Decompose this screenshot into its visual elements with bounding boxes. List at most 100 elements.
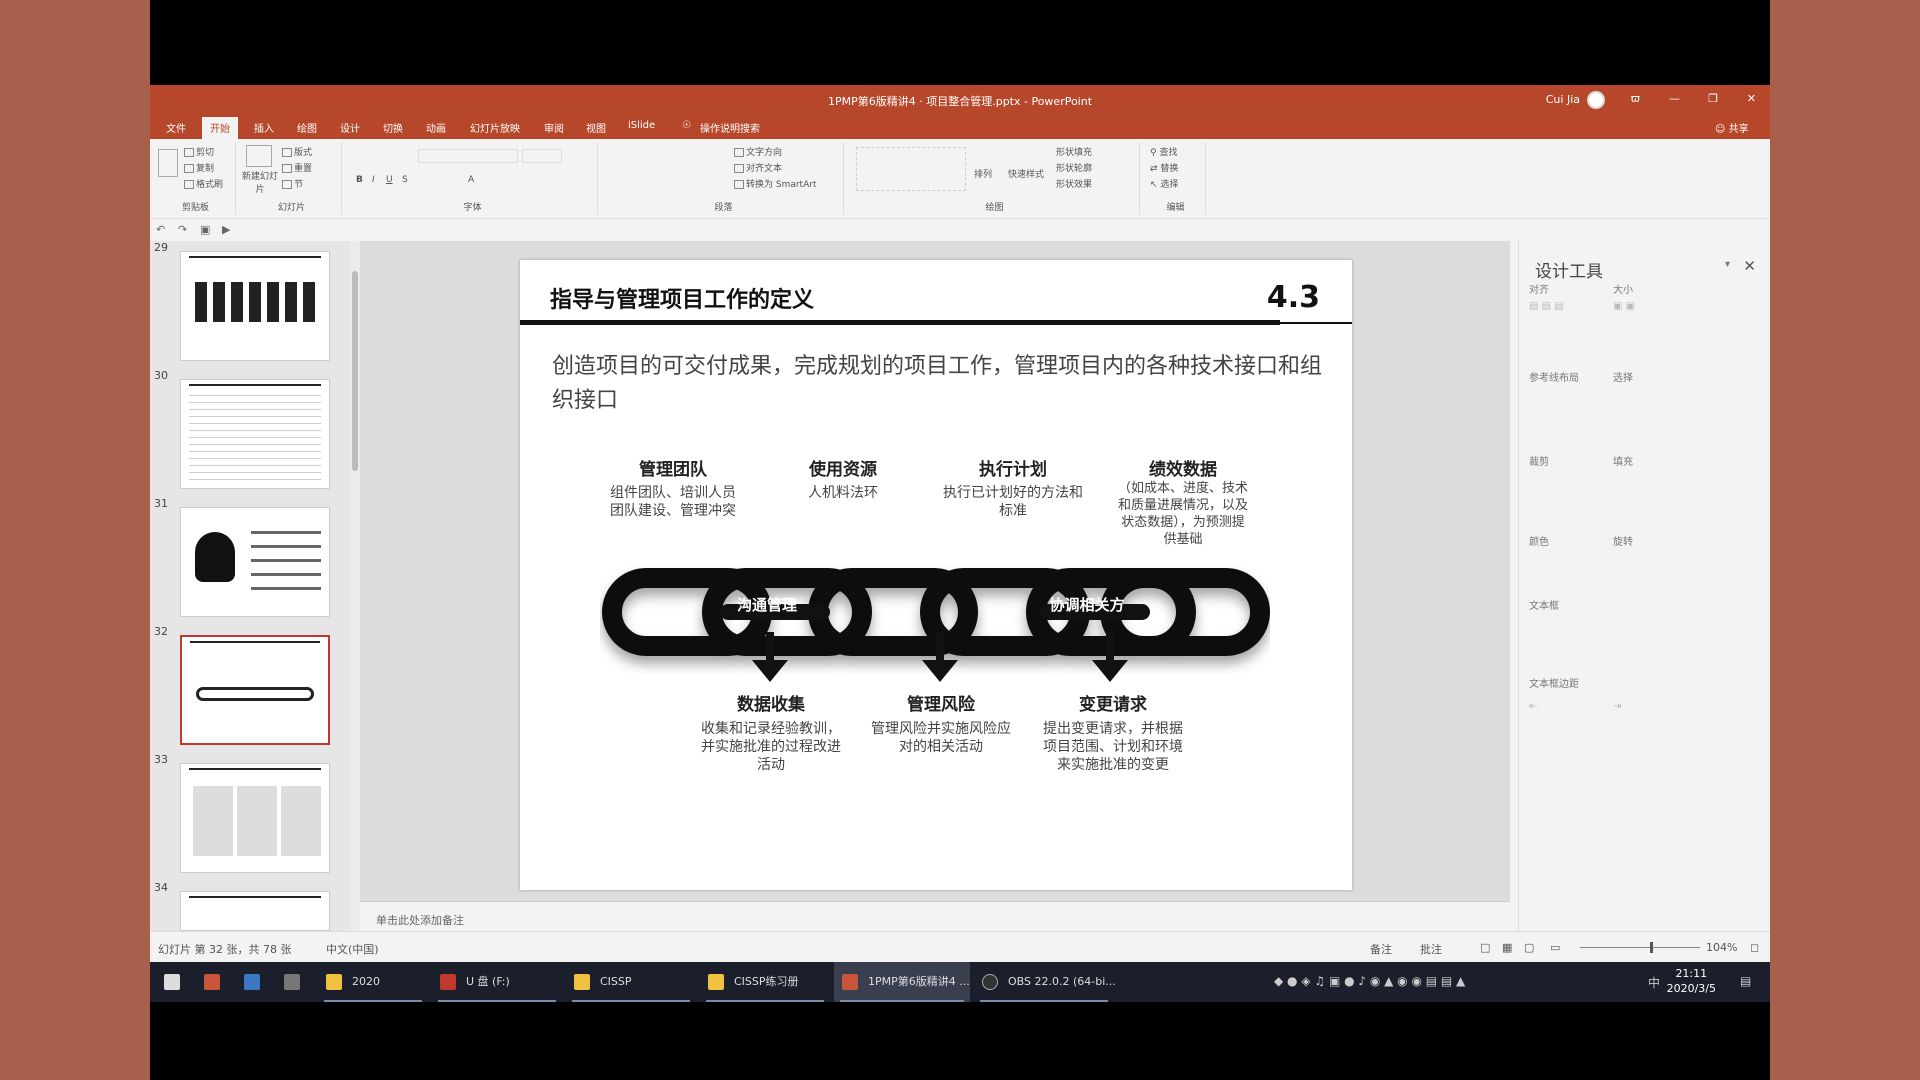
close-icon[interactable]: ✕ [1747,92,1756,105]
taskbar-item-cissp[interactable]: CISSP [566,962,696,1002]
size-icons[interactable]: ▣ ▣ [1613,301,1635,312]
tell-me-search[interactable]: 操作说明搜索 [700,120,760,135]
heading-change-request[interactable]: 变更请求 [1038,690,1188,715]
slide-thumbnail-29[interactable] [180,251,330,361]
slide-thumbnail-32[interactable] [180,635,330,745]
bold-icon[interactable]: B [356,175,363,185]
quick-styles-button[interactable]: 快速样式 [1008,167,1044,180]
slideshow-view-icon[interactable]: ▭ [1550,941,1560,954]
input-language[interactable]: 中 [1648,974,1660,991]
user-name[interactable]: Cui Jia [1546,93,1580,106]
slide-thumbnail-31[interactable] [180,507,330,617]
heading-use-resources[interactable]: 使用资源 [768,455,918,480]
scrollbar-thumb[interactable] [352,271,358,471]
slide-32[interactable]: 指导与管理项目工作的定义 4.3 创造项目的可交付成果，完成规划的项目工作，管理… [520,260,1352,890]
reading-view-icon[interactable]: ▢ [1524,941,1534,954]
taskbar-item-usb[interactable]: U 盘 (F:) [432,962,562,1002]
text-manage-risk[interactable]: 管理风险并实施风险应对的相关活动 [871,720,1011,756]
undo-icon[interactable]: ↶ [156,223,165,236]
new-slide-icon[interactable] [246,145,272,167]
chain-label-communication[interactable]: 沟通管理 [712,594,822,615]
tray-icons[interactable]: ◆ ● ◈ ♫ ▣ ● ♪ ◉ ▲ ◉ ◉ ▤ ▤ ▲ [1274,974,1465,988]
heading-execute-plan[interactable]: 执行计划 [938,455,1088,480]
slide-thumbnail-34[interactable] [180,891,330,931]
cut-button[interactable]: 剪切 [184,145,214,158]
reset-button[interactable]: 重置 [282,161,312,174]
tab-review[interactable]: 审阅 [544,120,564,135]
text-change-request[interactable]: 提出变更请求，并根据项目范围、计划和环境来实施批准的变更 [1043,720,1183,774]
taskbar-item-powerpoint[interactable]: 1PMP第6版精讲4 ... [834,962,970,1002]
arrow-left-icon[interactable]: ⇤ [1529,701,1537,712]
strikethrough-icon[interactable]: S [402,175,408,185]
section-button[interactable]: 节 [282,177,303,190]
sorter-view-icon[interactable]: ▦ [1502,941,1512,954]
layout-button[interactable]: 版式 [282,145,312,158]
tab-view[interactable]: 视图 [586,120,606,135]
text-data-collection[interactable]: 收集和记录经验教训，并实施批准的过程改进活动 [701,720,841,774]
taskbar-item-2020[interactable]: 2020 [318,962,428,1002]
format-painter-button[interactable]: 格式刷 [184,177,223,190]
slide-thumbnail-30[interactable] [180,379,330,489]
language-status[interactable]: 中文(中国) [326,941,379,957]
normal-view-icon[interactable]: □ [1480,941,1490,954]
arrow-right-icon[interactable]: ⇥ [1613,701,1621,712]
shape-outline-button[interactable]: 形状轮廓 [1056,161,1092,174]
text-manage-team[interactable]: 组件团队、培训人员 团队建设、管理冲突 [598,484,748,520]
restore-icon[interactable]: ❐ [1708,92,1718,105]
copy-button[interactable]: 复制 [184,161,214,174]
select-button[interactable]: ↖ 选择 [1150,177,1178,190]
redo-icon[interactable]: ↷ [178,223,187,236]
shapes-gallery[interactable] [856,147,966,191]
tab-file[interactable]: 文件 [166,120,186,135]
tab-slideshow[interactable]: 幻灯片放映 [470,120,520,135]
notifications-icon[interactable]: ▤ [1740,974,1751,988]
text-execute-plan[interactable]: 执行已计划好的方法和标准 [943,484,1083,520]
heading-data-collection[interactable]: 数据收集 [696,690,846,715]
arrange-button[interactable]: 排列 [974,167,992,180]
tab-insert[interactable]: 插入 [254,120,274,135]
smartart-button[interactable]: 转换为 SmartArt [734,177,816,190]
underline-icon[interactable]: U [386,175,393,185]
slide-description[interactable]: 创造项目的可交付成果，完成规划的项目工作，管理项目内的各种技术接口和组织接口 [552,350,1332,418]
chain-label-stakeholders[interactable]: 协调相关方 [1032,594,1142,615]
app-icon[interactable] [284,974,300,990]
slide-section-number[interactable]: 4.3 [1267,280,1320,315]
align-text-button[interactable]: 对齐文本 [734,161,782,174]
thumbnails-scrollbar[interactable] [350,241,360,931]
taskbar-item-cissp-workbook[interactable]: CISSP练习册 [700,962,830,1002]
taskbar-item-obs[interactable]: OBS 22.0.2 (64-bi... [974,962,1116,1002]
minimize-icon[interactable]: — [1669,92,1680,105]
tab-home[interactable]: 开始 [202,117,238,139]
notes-button[interactable]: 备注 [1370,941,1392,957]
share-button[interactable]: ☺ 共享 [1715,120,1749,135]
shape-effects-button[interactable]: 形状效果 [1056,177,1092,190]
close-icon[interactable]: ✕ [1743,257,1756,275]
tab-transitions[interactable]: 切换 [383,120,403,135]
text-direction-button[interactable]: 文字方向 [734,145,782,158]
zoom-slider-thumb[interactable] [1650,942,1653,953]
clock[interactable]: 21:11 2020/3/5 [1667,966,1716,996]
comments-button[interactable]: 批注 [1420,941,1442,957]
text-use-resources[interactable]: 人机料法环 [768,484,918,502]
save-icon[interactable]: ▣ [200,223,210,236]
ie-icon[interactable] [244,974,260,990]
tab-islide[interactable]: iSlide [628,120,655,131]
slide-thumbnail-33[interactable] [180,763,330,873]
ribbon-display-options-icon[interactable]: ϖ [1631,92,1640,105]
shape-fill-button[interactable]: 形状填充 [1056,145,1092,158]
slide-title[interactable]: 指导与管理项目工作的定义 [550,282,814,314]
windows-start-icon[interactable] [164,974,180,990]
zoom-slider[interactable] [1580,947,1700,948]
text-performance-data[interactable]: （如成本、进度、技术和质量进展情况，以及状态数据），为预测提供基础 [1118,480,1248,548]
notes-pane[interactable]: 单击此处添加备注 [360,901,1510,931]
notes-placeholder[interactable]: 单击此处添加备注 [376,912,464,928]
italic-icon[interactable]: I [372,175,375,185]
office-icon[interactable] [204,974,220,990]
paste-icon[interactable] [158,149,178,177]
font-size-select[interactable] [522,149,562,163]
zoom-level[interactable]: 104% [1706,941,1737,954]
avatar[interactable] [1587,91,1605,109]
chevron-down-icon[interactable]: ▾ [1725,259,1730,270]
font-name-select[interactable] [418,149,518,163]
tab-draw[interactable]: 绘图 [297,120,317,135]
